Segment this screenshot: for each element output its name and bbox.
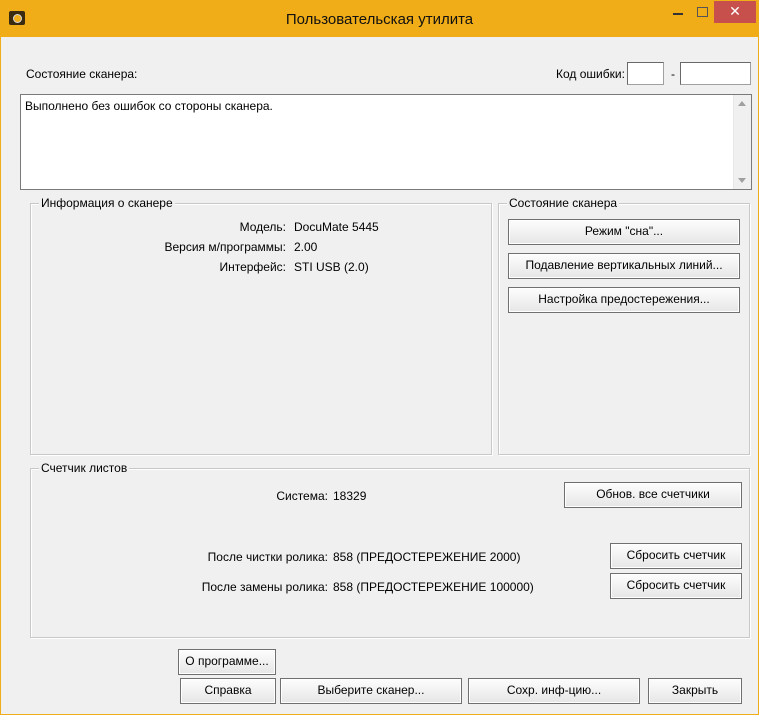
vertical-scrollbar[interactable] [733,95,751,189]
close-button[interactable]: Закрыть [648,678,742,704]
reset-clean-counter-button[interactable]: Сбросить счетчик [610,543,742,569]
scroll-up-icon[interactable] [738,101,746,106]
title-bar[interactable]: Пользовательская утилита ✕ [1,1,758,37]
error-code-dash: - [671,67,675,81]
firmware-label: Версия м/программы: [164,240,287,254]
interface-label: Интерфейс: [219,260,286,274]
roller-replace-label: После замены ролика: [201,580,328,594]
model-label: Модель: [239,220,286,234]
roller-clean-label: После чистки ролика: [207,550,328,564]
update-all-counters-button[interactable]: Обнов. все счетчики [564,482,742,508]
error-code-field-2[interactable] [680,62,751,85]
minimize-icon [673,13,683,15]
scanner-state-title: Состояние сканера [507,196,620,210]
error-code-field-1[interactable] [627,62,664,85]
window-title: Пользовательская утилита [285,11,474,28]
system-counter-label: Система: [276,489,328,503]
warning-settings-button[interactable]: Настройка предостережения... [508,287,740,313]
page-counter-title: Счетчик листов [39,461,130,475]
maximize-button[interactable] [690,1,714,23]
close-icon: ✕ [729,3,741,19]
sleep-mode-button[interactable]: Режим "сна"... [508,219,740,245]
about-button[interactable]: О программе... [178,649,276,675]
status-message-box[interactable]: Выполнено без ошибок со стороны сканера. [20,94,752,190]
minimize-button[interactable] [666,1,690,23]
system-counter-value: 18329 [333,489,367,503]
firmware-value: 2.00 [294,240,318,254]
help-button[interactable]: Справка [180,678,276,704]
close-window-button[interactable]: ✕ [714,1,756,23]
scanner-info-title: Информация о сканере [39,196,175,210]
reset-replace-counter-button[interactable]: Сбросить счетчик [610,573,742,599]
save-info-button[interactable]: Сохр. инф-цию... [468,678,640,704]
interface-value: STI USB (2.0) [294,260,369,274]
roller-clean-value: 858 (ПРЕДОСТЕРЕЖЕНИЕ 2000) [333,550,521,564]
status-message: Выполнено без ошибок со стороны сканера. [25,99,273,113]
vertical-lines-button[interactable]: Подавление вертикальных линий... [508,253,740,279]
roller-replace-value: 858 (ПРЕДОСТЕРЕЖЕНИЕ 100000) [333,580,534,594]
scanner-status-label: Состояние сканера: [26,67,138,81]
error-code-label: Код ошибки: [556,67,625,81]
scroll-down-icon[interactable] [738,178,746,183]
maximize-icon [697,7,708,17]
select-scanner-button[interactable]: Выберите сканер... [280,678,462,704]
model-value: DocuMate 5445 [294,220,379,234]
